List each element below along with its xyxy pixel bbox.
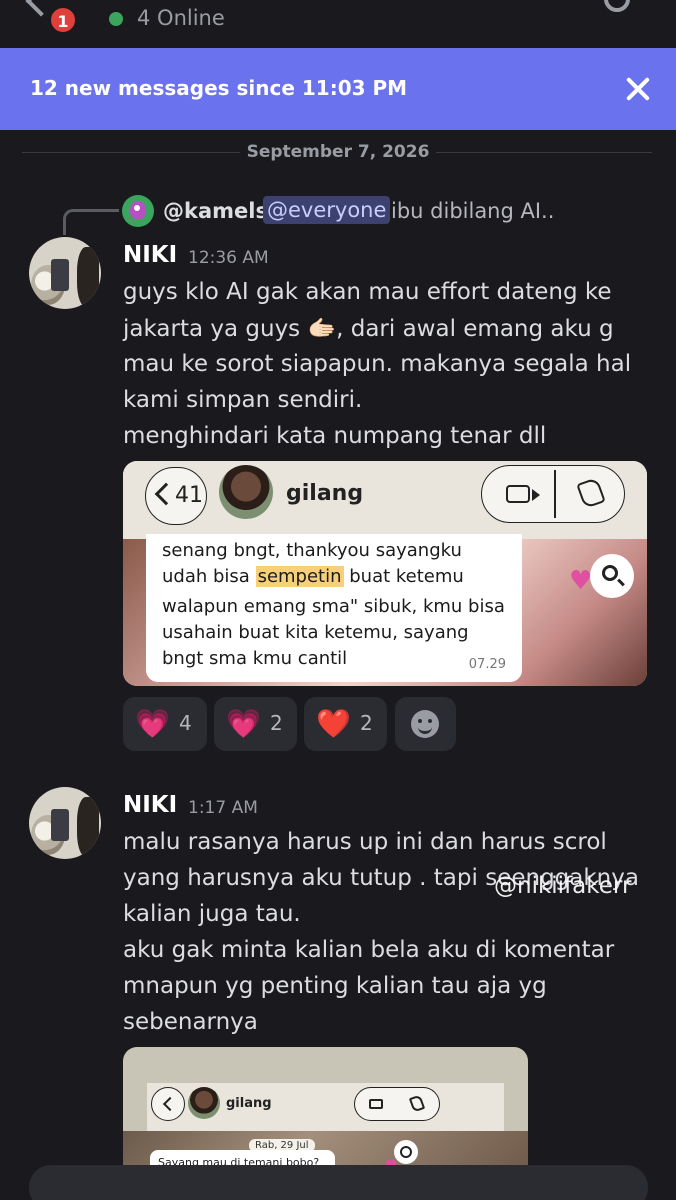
reply-snippet[interactable]: ibu dibilang AI..: [391, 199, 554, 223]
bubble-text: bngt sma kmu cantil: [162, 648, 348, 669]
call-buttons: [481, 465, 625, 523]
message-text: jakarta ya guys 🫱🏻, dari awal emang aku …: [123, 316, 614, 342]
message-text: sebenarnya: [123, 1009, 258, 1035]
chat-back-button: 41: [145, 467, 207, 525]
reaction-count: 2: [360, 711, 373, 735]
unread-badge: 1: [49, 6, 77, 34]
chat-bubble: senang bngt, thankyou sayangku udah bisa…: [146, 534, 522, 682]
message-text: mau ke sorot siapapun. makanya segala ha…: [123, 351, 632, 377]
new-messages-banner[interactable]: 12 new messages since 11:03 PM: [0, 48, 676, 130]
close-icon[interactable]: [622, 74, 654, 106]
avatar[interactable]: [29, 787, 101, 859]
author-name[interactable]: NIKI: [123, 792, 177, 818]
author-name[interactable]: NIKI: [123, 242, 177, 268]
reply-connector: [63, 209, 119, 235]
smiley-icon: [411, 710, 439, 738]
reaction-pill[interactable]: ❤️ 2: [304, 697, 387, 751]
contact-avatar: [219, 465, 273, 519]
message-text: kami simpan sendiri.: [123, 387, 363, 413]
chat-header: gilang: [147, 1083, 504, 1131]
contact-name: gilang: [226, 1096, 272, 1111]
bubble-text-part: udah bisa: [162, 566, 256, 587]
call-buttons: [354, 1087, 440, 1121]
bubble-text: udah bisa sempetin buat ketemu: [162, 566, 464, 587]
heart-icon: ♥: [569, 566, 593, 596]
tiktok-watermark: @nikiifakerr: [494, 873, 632, 899]
message-text: malu rasanya harus up ini dan harus scro…: [123, 829, 607, 855]
bubble-text: usahain buat kita ketemu, sayang: [162, 622, 469, 643]
online-count: 4 Online: [137, 6, 225, 30]
message-text: aku gak minta kalian bela aku di komenta…: [123, 937, 615, 963]
contact-avatar: [188, 1087, 220, 1119]
zoom-button: [590, 554, 634, 598]
pink-heart-emoji: 💗: [226, 707, 261, 740]
date-divider: September 7, 2026: [246, 142, 430, 162]
message-input[interactable]: [29, 1165, 648, 1200]
everyone-mention[interactable]: @everyone: [263, 196, 391, 224]
new-messages-text: 12 new messages since 11:03 PM: [30, 76, 408, 100]
message-text: menghindari kata numpang tenar dll: [123, 423, 547, 449]
message-text: kalian juga tau.: [123, 901, 301, 927]
avatar-hair: [77, 247, 99, 307]
reaction-count: 4: [179, 711, 192, 735]
reply-username[interactable]: @kamels: [163, 199, 268, 223]
bubble-time: 07.29: [468, 657, 506, 672]
online-dot-icon: [109, 12, 123, 26]
chevron-left-icon: [151, 1087, 185, 1121]
bubble-text: walapun emang sma" sibuk, kmu bisa: [162, 596, 505, 617]
growing-heart-emoji: 💗: [135, 707, 170, 740]
reaction-pill[interactable]: 💗 2: [214, 697, 297, 751]
search-icon: [602, 565, 618, 581]
video-call-icon: [369, 1099, 383, 1109]
message-text: mnapun yg penting kalian tau aja yg: [123, 973, 547, 999]
search-icon[interactable]: [604, 0, 630, 12]
contact-name: gilang: [286, 481, 364, 506]
chat-header: 41 gilang: [123, 461, 647, 539]
avatar-phone: [51, 809, 69, 841]
reaction-count: 2: [270, 711, 283, 735]
chevron-left-icon: [154, 482, 178, 506]
avatar-phone: [51, 259, 69, 291]
avatar-hair: [77, 797, 99, 857]
back-count: 41: [175, 483, 203, 508]
image-attachment[interactable]: 41 gilang senang bngt, thankyou sayangku…: [123, 461, 647, 686]
message-timestamp: 1:17 AM: [188, 798, 258, 818]
message-timestamp: 12:36 AM: [188, 248, 269, 268]
phone-icon: [576, 477, 606, 509]
red-heart-emoji: ❤️: [316, 707, 351, 740]
phone-icon: [408, 1094, 426, 1113]
reaction-pill[interactable]: 💗 4: [123, 697, 207, 751]
highlighted-word: sempetin: [255, 566, 344, 587]
top-bar: 1 4 Online: [0, 0, 676, 48]
bubble-text: senang bngt, thankyou sayangku: [162, 540, 462, 561]
bubble-text-part: buat ketemu: [343, 566, 464, 587]
add-reaction-button[interactable]: [395, 697, 456, 751]
search-icon: [394, 1140, 418, 1164]
avatar[interactable]: [29, 237, 101, 309]
divider: [554, 470, 556, 518]
video-call-icon: [506, 485, 540, 503]
reply-avatar[interactable]: [122, 195, 154, 227]
message-text: guys klo AI gak akan mau effort dateng k…: [123, 279, 612, 305]
